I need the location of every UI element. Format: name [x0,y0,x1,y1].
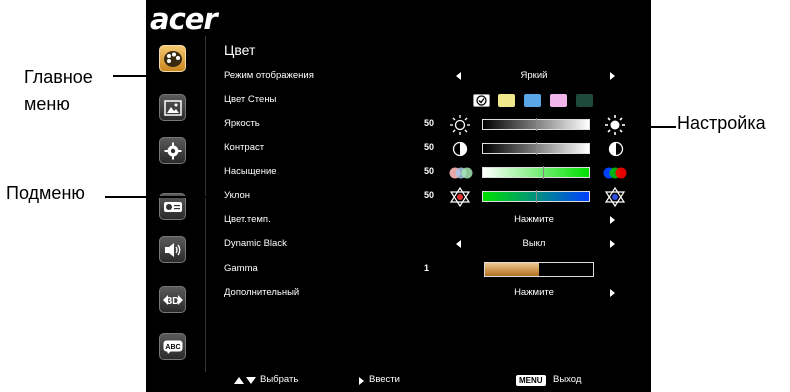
row-label: Яркость [224,118,260,129]
wall-color-pink[interactable] [550,94,567,107]
menu-row-wall-color[interactable]: Цвет Стены [224,92,644,110]
menu-row-brightness[interactable]: Яркость 50 [224,115,644,135]
tint-star-icon [604,187,626,207]
main-menu-sidebar: 3D ABC [146,36,196,372]
brightness-slider[interactable] [482,118,590,131]
sun-outline-icon [450,115,470,135]
callout-main-menu-line2: меню [24,94,70,114]
menu-row-saturation[interactable]: Насыщение 50 [224,164,644,182]
sidebar-divider [205,36,206,372]
gear-icon [164,142,181,159]
contrast-icon [452,141,468,157]
row-label: Цвет.темп. [224,214,271,225]
arrow-right-icon[interactable] [610,289,615,297]
row-number: 50 [424,190,435,200]
row-label: Режим отображения [224,70,314,81]
callout-submenu-line [105,196,220,198]
row-value: Нажмите [514,214,554,225]
row-label: Контраст [224,142,265,153]
callout-main-menu: Главное меню [24,64,93,118]
check-circle-icon [476,95,487,106]
row-value: Яркий [520,70,548,81]
wall-color-white-selected[interactable] [473,94,490,107]
page-title: Цвет [224,42,256,58]
row-label: Насыщение [224,166,277,177]
menu-row-color-temp[interactable]: Цвет.темп. Нажмите [224,212,644,230]
sidebar-item-settings[interactable] [159,137,186,164]
wall-color-green[interactable] [576,94,593,107]
contrast-slider[interactable] [482,142,590,155]
contrast-icon [608,141,624,157]
row-value: Выкл [522,238,546,249]
row-number: 50 [424,118,435,128]
gamma-fill [485,263,539,276]
wall-color-blue[interactable] [524,94,541,107]
enter-arrow-icon [359,377,364,385]
gamma-slider[interactable] [484,262,594,277]
speaker-icon [164,242,180,257]
callout-submenu: Подменю [6,183,85,203]
sidebar-item-audio[interactable] [159,236,186,263]
menu-row-dynamic-black[interactable]: Dynamic Black Выкл [224,236,644,254]
row-label: Цвет Стены [224,94,277,105]
row-label: Gamma [224,263,258,274]
menu-row-display-mode[interactable]: Режим отображения Яркий [224,68,644,86]
menu-key-badge: MENU [516,375,546,386]
abc-label: ABC [165,344,180,351]
sidebar-item-image[interactable] [159,94,186,121]
saturation-slider[interactable] [482,166,590,179]
row-number: 1 [424,263,430,273]
acer-logo: acer [150,2,218,36]
menu-row-gamma[interactable]: Gamma 1 [224,261,644,279]
tint-slider[interactable] [482,190,590,203]
abc-icon: ABC [163,340,182,354]
callout-adjust: Настройка [677,113,766,133]
callout-main-menu-line1: Главное [24,67,93,87]
row-label: Dynamic Black [224,238,287,249]
menu-row-contrast[interactable]: Контраст 50 [224,140,644,158]
wall-color-yellow[interactable] [498,94,515,107]
palette-icon [163,50,182,67]
sidebar-item-color[interactable] [159,45,186,72]
sidebar-item-3d[interactable]: 3D [159,286,186,313]
sun-filled-icon [605,115,625,135]
arrow-left-icon[interactable] [456,72,461,80]
footer-exit-label: Выход [553,374,582,385]
footer-select-label: Выбрать [260,374,299,385]
callout-main-menu-line [113,75,158,77]
tint-star-icon [449,187,471,207]
arrow-right-icon[interactable] [610,72,615,80]
row-value: Нажмите [514,287,554,298]
up-down-arrows-icon [234,377,256,384]
arrow-left-icon[interactable] [456,240,461,248]
footer-enter-label: Ввести [369,374,400,385]
saturation-low-icon [449,167,473,179]
3d-icon: 3D [162,294,183,307]
picture-icon [163,99,182,116]
row-label: Дополнительный [224,287,300,298]
3d-label: 3D [166,296,179,307]
callout-adjust-line [634,126,676,128]
arrow-right-icon[interactable] [610,216,615,224]
menu-row-advanced[interactable]: Дополнительный Нажмите [224,285,644,303]
saturation-high-icon [603,167,627,179]
row-label: Уклон [224,190,251,201]
projector-icon [163,201,182,212]
row-number: 50 [424,142,435,152]
arrow-right-icon[interactable] [610,240,615,248]
menu-row-tint[interactable]: Уклон 50 [224,187,644,207]
row-number: 50 [424,166,435,176]
sidebar-item-language[interactable]: ABC [159,333,186,360]
